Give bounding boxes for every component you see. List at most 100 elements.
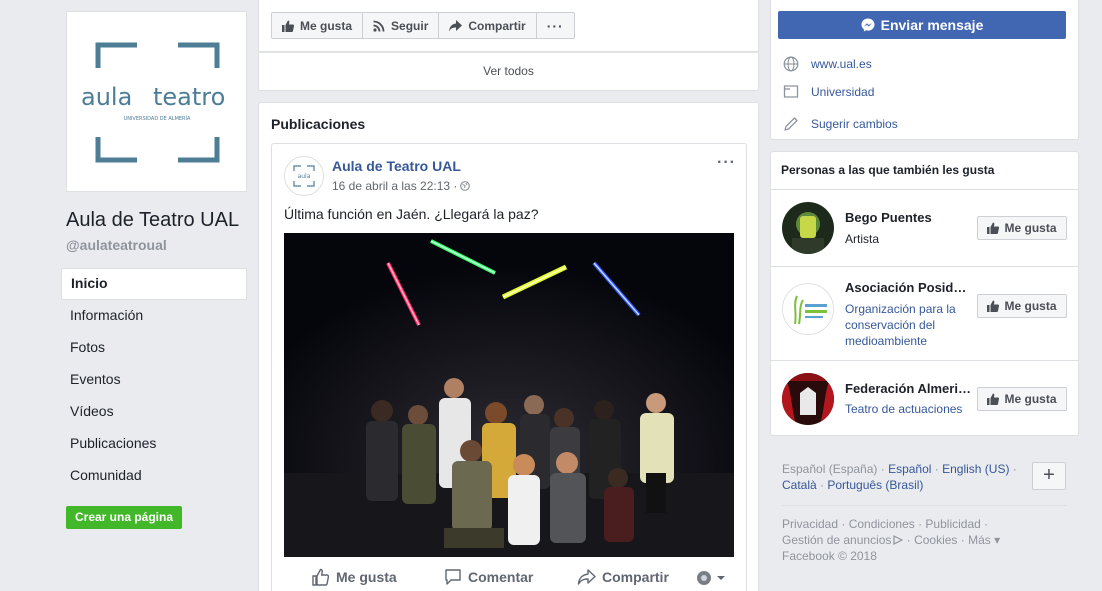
nav-item-inicio[interactable]: Inicio — [61, 268, 247, 300]
see-all-link[interactable]: Ver todos — [259, 64, 758, 78]
post-author-avatar[interactable]: aula — [284, 156, 324, 196]
related-page-item: Federación Almeriense Teatro de actuacio… — [771, 360, 1078, 436]
page-avatar-dropdown-icon — [697, 571, 725, 585]
footer-divider — [782, 505, 1067, 506]
logo-word-teatro: teatro — [153, 83, 225, 111]
language-link-ca[interactable]: Català — [782, 478, 817, 492]
related-page-like-label: Me gusta — [1004, 392, 1057, 406]
footer-link-adchoices[interactable]: Gestión de anuncios — [782, 533, 891, 547]
like-page-button[interactable]: Me gusta — [271, 12, 364, 39]
nav-item-comunidad[interactable]: Comunidad — [61, 460, 247, 492]
related-page-item: Asociación Posidonia Organización para l… — [771, 266, 1078, 360]
related-page-like-button[interactable]: Me gusta — [977, 387, 1067, 411]
current-language: Español (España) — [782, 462, 878, 476]
related-pages-card: Personas a las que también les gusta Beg… — [770, 151, 1079, 436]
footer-link-more[interactable]: Más — [968, 533, 991, 547]
related-pages-title: Personas a las que también les gusta — [781, 163, 995, 177]
share-arrow-icon — [449, 19, 463, 31]
footer-link-cookies[interactable]: Cookies — [914, 533, 957, 547]
nav-item-fotos[interactable]: Fotos — [61, 332, 247, 364]
info-website-row: www.ual.es — [783, 56, 872, 72]
language-link-es[interactable]: Español — [888, 462, 931, 476]
related-page-avatar[interactable] — [782, 202, 834, 254]
footer: Privacidad · Condiciones · Publicidad · … — [782, 516, 1022, 564]
footer-link-terms[interactable]: Condiciones — [849, 517, 915, 531]
related-page-like-label: Me gusta — [1004, 299, 1057, 313]
share-page-label: Compartir — [468, 18, 526, 33]
more-languages-button[interactable]: + — [1032, 462, 1066, 490]
like-page-label: Me gusta — [300, 18, 353, 33]
post-options-button[interactable]: ··· — [717, 154, 736, 172]
language-link-en[interactable]: English (US) — [942, 462, 1009, 476]
related-page-name[interactable]: Bego Puentes — [845, 210, 973, 225]
bego-puentes-photo — [782, 202, 834, 254]
send-message-button[interactable]: Enviar mensaje — [778, 11, 1066, 39]
posts-section-title: Publicaciones — [271, 116, 366, 132]
nav-item-publicaciones[interactable]: Publicaciones — [61, 428, 247, 460]
thumbs-up-outline-icon — [312, 568, 330, 586]
more-dots-icon: ··· — [546, 17, 564, 34]
info-suggest-row: Sugerir cambios — [783, 116, 898, 132]
follow-label: Seguir — [391, 18, 429, 33]
mini-logo-text: aula — [298, 173, 311, 180]
post-text: Última función en Jaén. ¿Llegará la paz? — [284, 206, 539, 222]
related-page-like-button[interactable]: Me gusta — [977, 216, 1067, 240]
share-outline-icon — [577, 569, 596, 585]
pencil-icon — [784, 117, 798, 131]
language-selector: Español (España) · Español · English (US… — [782, 462, 1017, 492]
page-action-bar: Me gusta Seguir Compartir ··· — [258, 0, 759, 52]
footer-copyright: Facebook © 2018 — [782, 549, 877, 563]
comment-icon — [445, 569, 461, 585]
posts-section: Publicaciones aula Aula de Teatro UAL 16… — [258, 102, 759, 591]
category-link[interactable]: Universidad — [811, 85, 874, 99]
nav-item-videos[interactable]: Vídeos — [61, 396, 247, 428]
related-page-avatar[interactable] — [782, 283, 834, 335]
related-page-avatar[interactable] — [782, 373, 834, 425]
footer-link-ads[interactable]: Publicidad — [925, 517, 980, 531]
website-link[interactable]: www.ual.es — [811, 57, 872, 71]
post-timestamp[interactable]: 16 de abril a las 22:13 · — [332, 179, 471, 193]
post-action-bar: Me gusta Comentar Compartir — [272, 564, 748, 591]
page-profile-picture[interactable]: aula teatro UNIVERSIDAD DE ALMERÍA — [66, 11, 247, 192]
footer-link-privacy[interactable]: Privacidad — [782, 517, 838, 531]
aula-teatro-mini-logo: aula — [293, 165, 315, 187]
page-title: Aula de Teatro UAL — [66, 209, 240, 231]
logo-subtitle: UNIVERSIDAD DE ALMERÍA — [124, 115, 191, 122]
post-card: aula Aula de Teatro UAL 16 de abril a la… — [271, 143, 747, 591]
nav-item-informacion[interactable]: Información — [61, 300, 247, 332]
suggest-edits-link[interactable]: Sugerir cambios — [811, 117, 898, 131]
thumbs-up-icon — [987, 222, 1000, 234]
info-category-row: Universidad — [783, 84, 874, 100]
post-share-button[interactable]: Compartir — [577, 568, 669, 586]
globe-icon — [783, 56, 799, 72]
post-as-selector[interactable] — [696, 570, 732, 586]
related-page-item: Bego Puentes Artista Me gusta — [771, 189, 1078, 266]
globe-icon — [460, 181, 471, 191]
related-page-like-label: Me gusta — [1004, 221, 1057, 235]
more-options-button[interactable]: ··· — [536, 12, 575, 39]
see-all-section: Ver todos — [258, 52, 759, 91]
language-link-pt[interactable]: Português (Brasil) — [827, 478, 923, 492]
messenger-icon — [861, 18, 875, 32]
tag-icon — [783, 85, 799, 98]
thumbs-up-icon — [987, 300, 1000, 312]
related-page-category: Artista — [845, 232, 880, 246]
post-author-name[interactable]: Aula de Teatro UAL — [332, 158, 461, 174]
post-like-button[interactable]: Me gusta — [312, 568, 397, 586]
related-page-category[interactable]: Organización para la conservación del me… — [845, 301, 973, 349]
share-page-button[interactable]: Compartir — [439, 12, 537, 39]
caret-down-icon: ▾ — [990, 533, 1001, 547]
create-page-button[interactable]: Crear una página — [66, 506, 182, 529]
follow-button[interactable]: Seguir — [363, 12, 440, 39]
related-page-category[interactable]: Teatro de actuaciones — [845, 401, 973, 417]
federacion-curtain-logo — [782, 373, 834, 425]
related-page-name[interactable]: Federación Almeriense — [845, 381, 973, 396]
post-photo[interactable] — [284, 233, 734, 557]
post-comment-button[interactable]: Comentar — [444, 568, 533, 586]
nav-item-eventos[interactable]: Eventos — [61, 364, 247, 396]
related-page-name[interactable]: Asociación Posidonia — [845, 280, 973, 295]
page-nav: Inicio Información Fotos Eventos Vídeos … — [61, 268, 247, 492]
related-page-like-button[interactable]: Me gusta — [977, 294, 1067, 318]
page-handle[interactable]: @aulateatroual — [66, 237, 167, 253]
posidonia-logo — [783, 284, 833, 334]
